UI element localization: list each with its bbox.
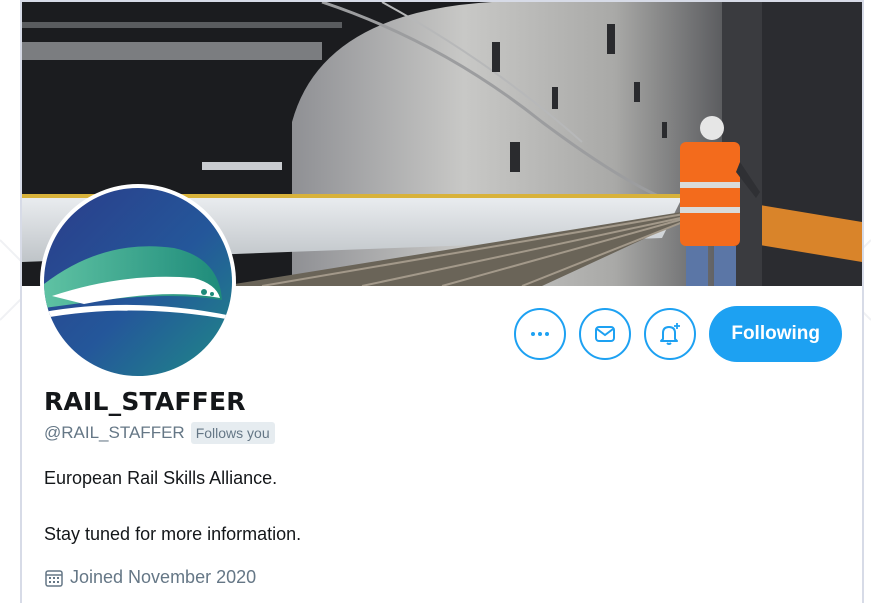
display-name: RAIL_STAFFER	[44, 387, 246, 416]
bio-line-2: Stay tuned for more information.	[44, 524, 302, 544]
joined-date: Joined November 2020	[70, 567, 257, 587]
joined-date-row: Joined November 2020	[44, 567, 256, 588]
message-button[interactable]	[579, 308, 632, 360]
calendar-icon	[45, 569, 63, 587]
profile-avatar[interactable]	[40, 184, 236, 380]
handle-row: @RAIL_STAFFER Follows you	[44, 422, 275, 444]
more-icon	[531, 332, 550, 336]
bio-line-1: European Rail Skills Alliance.	[44, 468, 278, 488]
follows-you-badge: Follows you	[190, 422, 275, 444]
profile-card: Following RAIL_STAFFER @RAIL_STAFFER Fol…	[20, 0, 864, 603]
following-button[interactable]: Following	[709, 306, 842, 362]
notifications-button[interactable]	[644, 308, 697, 360]
envelope-icon	[595, 326, 616, 342]
more-options-button[interactable]	[514, 308, 567, 360]
profile-actions: Following	[514, 306, 842, 362]
user-handle: @RAIL_STAFFER	[44, 423, 185, 442]
bell-plus-icon	[660, 323, 681, 345]
